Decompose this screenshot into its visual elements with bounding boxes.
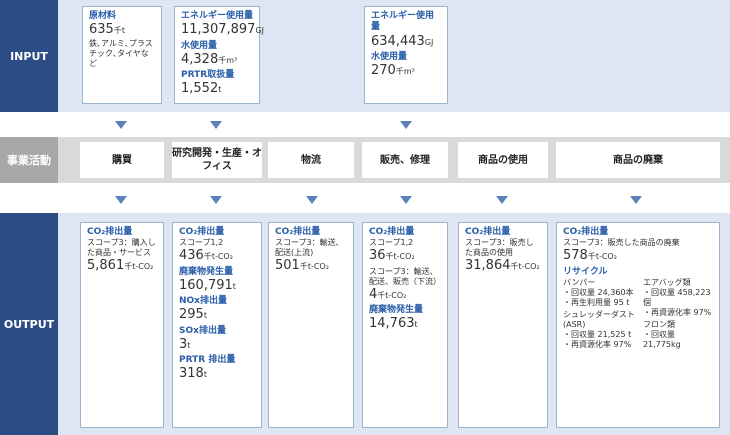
o4-waste-value: 14,763 (369, 316, 415, 331)
o6-asr: シュレッダーダスト(ASR) (563, 309, 635, 329)
arrow-down-icon (306, 196, 318, 204)
activity-label: 事業活動 (0, 137, 58, 183)
o3-unit: 千t-CO₂ (299, 262, 329, 272)
o2-nox-value: 295 (179, 307, 204, 323)
o4-desc2: スコープ3：輸送、配送、販売（下流） (369, 266, 441, 286)
arrow-down-icon (496, 196, 508, 204)
water-title: 水使用量 (181, 40, 218, 51)
sales-water-unit: 千m³ (395, 67, 415, 76)
o6-airbag-2: ・再資源化率 97% (642, 307, 712, 317)
o2-title: CO₂排出量 (179, 227, 225, 237)
prtr-title: PRTR取扱量 (181, 70, 235, 80)
output-logistics: CO₂排出量 スコープ3：輸送、配送(上流) 501千t-CO₂ (268, 222, 354, 428)
output-disposal: CO₂排出量 スコープ3：販売した商品の廃棄 578千t-CO₂ リサイクル バ… (556, 222, 720, 428)
o6-asr-2: ・再資源化率 97% (563, 339, 632, 349)
o2-nox-title: NOx排出量 (179, 296, 227, 306)
sales-energy-title: エネルギー使用量 (371, 11, 435, 33)
arrow-down-icon (400, 196, 412, 204)
activity-logistics: 物流 (268, 142, 354, 178)
energy-unit: GJ (255, 26, 264, 36)
o4-title: CO₂排出量 (369, 227, 415, 237)
o4-waste-title: 廃棄物発生量 (369, 304, 424, 315)
o2-sox-unit: t (187, 340, 191, 350)
activity-rd-production: 研究開発・生産・オフィス (172, 142, 262, 178)
activity-product-disposal: 商品の廃棄 (556, 142, 720, 178)
o3-desc: スコープ3：輸送、配送(上流) (275, 238, 344, 258)
o6-desc: スコープ3：販売した商品の廃棄 (563, 238, 680, 248)
o2-waste-value: 160,791 (179, 277, 233, 293)
o2-prtr-value: 318 (179, 366, 204, 382)
o1-value: 5,861 (87, 258, 125, 274)
o6-recycle-title: リサイクル (563, 266, 608, 277)
arrow-down-icon (115, 121, 127, 129)
input-sales: エネルギー使用量 634,443GJ 水使用量 270千m³ (364, 6, 448, 104)
o5-title: CO₂排出量 (465, 227, 511, 237)
o6-asr-1: ・回収量 21,525 t (563, 329, 632, 339)
energy-title: エネルギー使用量 (181, 11, 254, 21)
output-label: OUTPUT (0, 213, 58, 435)
raw-materials-title: 原材料 (89, 11, 117, 21)
o6-bumper: バンパー (563, 277, 596, 287)
sales-water-value: 270 (371, 63, 396, 78)
o4-desc: スコープ1,2 (369, 238, 414, 248)
o4-waste-unit: t (414, 320, 418, 329)
o2-waste-unit: t (232, 281, 236, 291)
o2-prtr-unit: t (203, 370, 207, 380)
o4-unit2: 千t-CO₂ (377, 290, 407, 300)
arrow-down-icon (630, 196, 642, 204)
o2-prtr-title: PRTR 排出量 (179, 355, 236, 365)
o6-bumper-1: ・回収量 24,360本 (563, 287, 634, 297)
raw-materials-value: 635 (89, 22, 114, 38)
o6-freon: フロン類 (642, 319, 675, 329)
o2-sox-title: SOx排出量 (179, 325, 226, 336)
o3-title: CO₂排出量 (275, 227, 321, 237)
o6-freon-1: ・回収量 21,775kg (642, 329, 681, 349)
prtr-unit: t (218, 85, 222, 95)
o2-desc: スコープ1,2 (179, 238, 224, 248)
activity-purchasing: 購買 (80, 142, 164, 178)
o5-value: 31,864 (465, 258, 511, 274)
activity-sales-repair: 販売、修理 (362, 142, 448, 178)
arrow-down-icon (115, 196, 127, 204)
raw-materials-note: 鉄､アルミ､プラスチック､タイヤなど (89, 38, 153, 68)
o5-unit: 千t-CO₂ (510, 262, 540, 272)
output-purchasing: CO₂排出量 スコープ3：購入した商品・サービス 5,861千t-CO₂ (80, 222, 164, 428)
o5-desc: スコープ3：販売した商品の使用 (465, 238, 534, 258)
sales-energy-value: 634,443 (371, 33, 425, 49)
sales-energy-unit: GJ (424, 37, 434, 47)
o2-waste-title: 廃棄物発生量 (179, 266, 234, 277)
o6-airbag-1: ・回収量 458,223個 (642, 287, 711, 307)
output-sales: CO₂排出量 スコープ1,2 36千t-CO₂ スコープ3：輸送、配送、販売（下… (362, 222, 448, 428)
o4-value: 36 (369, 248, 386, 264)
o1-unit: 千t-CO₂ (124, 262, 154, 272)
o2-value: 436 (179, 248, 204, 264)
raw-materials-unit: 千t (113, 26, 125, 36)
o4-unit: 千t-CO₂ (385, 252, 415, 262)
sales-water-title: 水使用量 (371, 51, 408, 62)
prtr-value: 1,552 (181, 81, 219, 97)
o6-bumper-2: ・再生利用量 95 t (563, 297, 630, 307)
o1-title: CO₂排出量 (87, 227, 133, 237)
o6-unit: 千t-CO₂ (587, 252, 617, 262)
o1-desc: スコープ3：購入した商品・サービス (87, 238, 156, 258)
arrow-down-icon (210, 121, 222, 129)
o2-unit: 千t-CO₂ (203, 252, 233, 262)
o3-value: 501 (275, 258, 300, 274)
o6-title: CO₂排出量 (563, 227, 609, 237)
output-production: CO₂排出量 スコープ1,2 436千t-CO₂ 廃棄物発生量 160,791t… (172, 222, 262, 428)
water-unit: 千m³ (218, 55, 238, 65)
o6-value: 578 (563, 248, 588, 264)
o6-airbag: エアバッグ類 (642, 277, 691, 287)
input-production: エネルギー使用量 11,307,897GJ 水使用量 4,328千m³ PRTR… (174, 6, 264, 104)
activity-product-use: 商品の使用 (458, 142, 548, 178)
arrow-down-icon (210, 196, 222, 204)
energy-value: 11,307,897 (181, 22, 256, 38)
water-value: 4,328 (181, 51, 219, 67)
arrow-down-icon (400, 121, 412, 129)
input-label: INPUT (0, 0, 58, 112)
output-product-use: CO₂排出量 スコープ3：販売した商品の使用 31,864千t-CO₂ (458, 222, 548, 428)
o2-nox-unit: t (203, 311, 207, 321)
input-raw-materials: 原材料 635千t 鉄､アルミ､プラスチック､タイヤなど (82, 6, 162, 104)
